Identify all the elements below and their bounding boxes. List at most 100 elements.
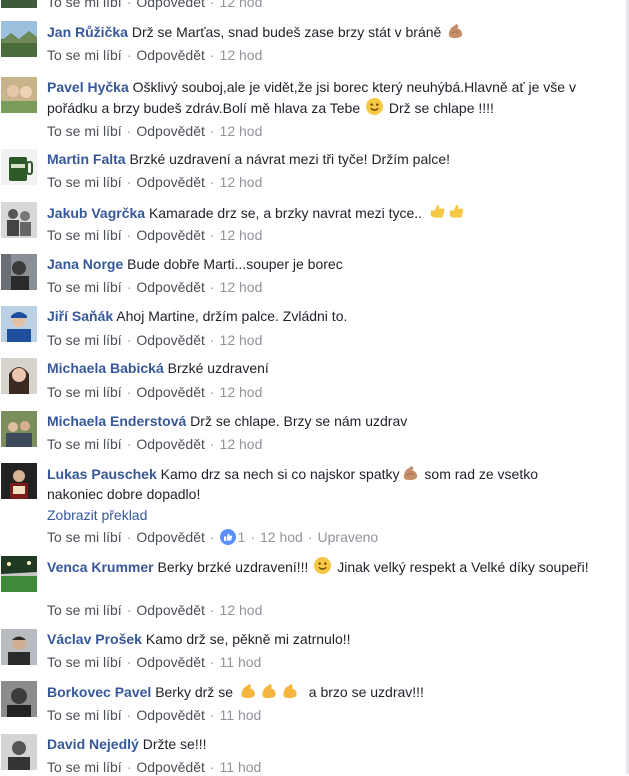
- avatar[interactable]: [1, 681, 37, 717]
- avatar[interactable]: [1, 202, 37, 238]
- reply-link[interactable]: Odpovědět: [136, 384, 205, 400]
- reply-link[interactable]: Odpovědět: [136, 174, 205, 190]
- comment-actions: To se mi líbí · Odpovědět · 12 hod: [47, 226, 262, 244]
- like-link[interactable]: To se mi líbí: [47, 602, 122, 618]
- comment-author[interactable]: Jiří Saňák: [47, 308, 113, 324]
- timestamp[interactable]: 11 hod: [220, 654, 262, 670]
- comment-body: Lukas Pauschek Kamo drz sa nech si co na…: [47, 463, 592, 526]
- like-count[interactable]: 1: [238, 529, 246, 545]
- separator: ·: [209, 227, 215, 243]
- comment-text: Kamarade drz se, a brzky navrat mezi tyc…: [148, 205, 426, 221]
- reply-link[interactable]: Odpovědět: [136, 436, 205, 452]
- separator: ·: [209, 332, 215, 348]
- separator: ·: [209, 602, 215, 618]
- see-translation-link[interactable]: Zobrazit překlad: [47, 504, 592, 526]
- like-link[interactable]: To se mi líbí: [47, 529, 122, 545]
- reply-link[interactable]: Odpovědět: [136, 227, 205, 243]
- comment-author[interactable]: Michaela Enderstová: [47, 413, 186, 429]
- comment-body: Pavel Hyčka Ošklivý souboj,ale je vidět,…: [47, 77, 592, 118]
- like-count-icon[interactable]: [219, 529, 236, 549]
- comment-author[interactable]: Jakub Vagrčka: [47, 205, 145, 221]
- timestamp[interactable]: 12 hod: [220, 602, 263, 618]
- avatar[interactable]: [1, 411, 37, 447]
- comment-actions: To se mi líbí · Odpovědět · 12 hod: [47, 278, 262, 296]
- avatar[interactable]: [1, 358, 37, 394]
- muscle-emoji-icon: [401, 463, 420, 482]
- comment-author[interactable]: Václav Prošek: [47, 631, 142, 647]
- avatar[interactable]: [1, 149, 37, 185]
- reply-link[interactable]: Odpovědět: [136, 279, 205, 295]
- like-link[interactable]: To se mi líbí: [47, 759, 122, 775]
- like-link[interactable]: To se mi líbí: [47, 123, 122, 139]
- comment-author[interactable]: Martin Falta: [47, 151, 126, 167]
- like-link[interactable]: To se mi líbí: [47, 707, 122, 723]
- timestamp[interactable]: 11 hod: [220, 759, 262, 775]
- separator: ·: [209, 47, 215, 63]
- reply-link[interactable]: Odpovědět: [136, 0, 205, 10]
- avatar[interactable]: [1, 734, 37, 770]
- edited-label[interactable]: Upraveno: [318, 529, 379, 545]
- comment-text: Berky drž se: [155, 684, 237, 700]
- like-link[interactable]: To se mi líbí: [47, 0, 122, 10]
- timestamp[interactable]: 12 hod: [260, 529, 303, 545]
- avatar[interactable]: [1, 463, 37, 499]
- timestamp[interactable]: 11 hod: [220, 707, 262, 723]
- reply-link[interactable]: Odpovědět: [136, 47, 205, 63]
- timestamp[interactable]: 12 hod: [220, 227, 263, 243]
- comment-actions: To se mi líbí · Odpovědět · 12 hod: [47, 601, 262, 619]
- comment-author[interactable]: Borkovec Pavel: [47, 684, 151, 700]
- reply-link[interactable]: Odpovědět: [136, 759, 205, 775]
- comment-body: Jan Růžička Drž se Marťas, snad budeš za…: [47, 21, 592, 42]
- avatar-partial: [1, 0, 37, 8]
- comment-author[interactable]: Jan Růžička: [47, 24, 128, 40]
- comment-body: Michaela Babická Brzké uzdravení: [47, 358, 592, 378]
- like-link[interactable]: To se mi líbí: [47, 654, 122, 670]
- timestamp[interactable]: 12 hod: [220, 174, 263, 190]
- like-link[interactable]: To se mi líbí: [47, 47, 122, 63]
- avatar[interactable]: [1, 254, 37, 290]
- reply-link[interactable]: Odpovědět: [136, 123, 205, 139]
- separator: ·: [209, 436, 215, 452]
- reply-link[interactable]: Odpovědět: [136, 332, 205, 348]
- separator: ·: [209, 0, 215, 10]
- reply-link[interactable]: Odpovědět: [136, 529, 205, 545]
- reply-link[interactable]: Odpovědět: [136, 707, 205, 723]
- timestamp[interactable]: 12 hod: [220, 47, 263, 63]
- separator: ·: [126, 0, 132, 10]
- comment-author[interactable]: Pavel Hyčka: [47, 79, 129, 95]
- comment-actions: To se mi líbí · Odpovědět · 1 · 12 hod · Upraven…: [47, 528, 378, 549]
- like-link[interactable]: To se mi líbí: [47, 384, 122, 400]
- timestamp[interactable]: 12 hod: [220, 123, 263, 139]
- comment-actions: To se mi líbí · Odpovědět · 11 hod: [47, 653, 261, 671]
- reply-link[interactable]: Odpovědět: [136, 654, 205, 670]
- reply-link[interactable]: Odpovědět: [136, 602, 205, 618]
- comment-author[interactable]: Lukas Pauschek: [47, 466, 157, 482]
- like-link[interactable]: To se mi líbí: [47, 227, 122, 243]
- avatar[interactable]: [1, 556, 37, 592]
- comment-actions: To se mi líbí · Odpovědět · 12 hod: [47, 122, 262, 140]
- like-link[interactable]: To se mi líbí: [47, 279, 122, 295]
- timestamp[interactable]: 12 hod: [220, 384, 263, 400]
- like-link[interactable]: To se mi líbí: [47, 436, 122, 452]
- comment-text: Drž se chlape. Brzy se nám uzdrav: [190, 413, 408, 429]
- avatar[interactable]: [1, 629, 37, 665]
- timestamp[interactable]: 12 hod: [220, 0, 263, 10]
- timestamp[interactable]: 12 hod: [220, 279, 263, 295]
- comment-author[interactable]: Jana Norge: [47, 256, 123, 272]
- avatar[interactable]: [1, 77, 37, 113]
- separator: ·: [126, 174, 132, 190]
- timestamp[interactable]: 12 hod: [220, 436, 263, 452]
- comment-author[interactable]: Venca Krummer: [47, 559, 154, 575]
- separator: ·: [209, 707, 215, 723]
- comment-author[interactable]: Michaela Babická: [47, 360, 164, 376]
- timestamp[interactable]: 12 hod: [220, 332, 263, 348]
- comment-author[interactable]: David Nejedlý: [47, 736, 139, 752]
- like-link[interactable]: To se mi líbí: [47, 332, 122, 348]
- like-link[interactable]: To se mi líbí: [47, 174, 122, 190]
- avatar[interactable]: [1, 306, 37, 342]
- comment-text: Drž se Marťas, snad budeš zase brzy stát…: [131, 24, 446, 40]
- comment-text: Kamo drz sa nech si co najskor spatky: [160, 466, 400, 482]
- separator: ·: [126, 436, 132, 452]
- comment-text: Bude dobře Marti...souper je borec: [127, 256, 343, 272]
- avatar[interactable]: [1, 21, 37, 57]
